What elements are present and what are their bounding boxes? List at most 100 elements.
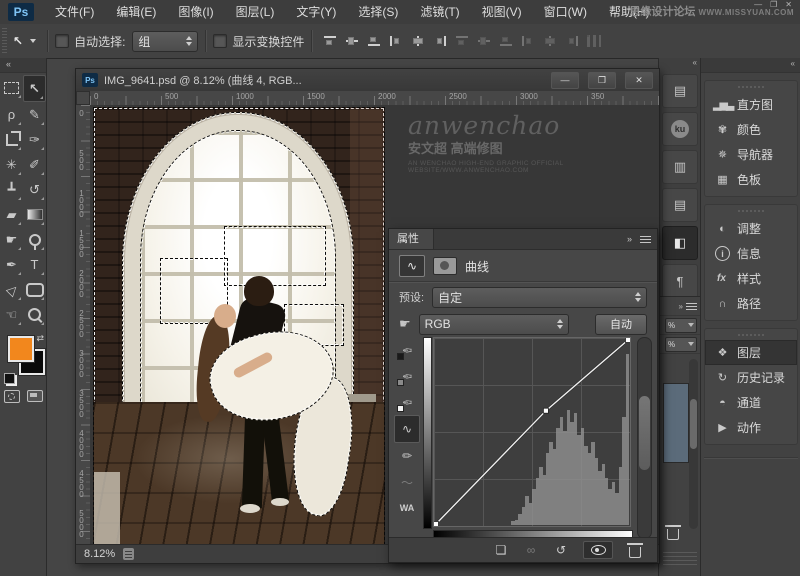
panel-histogram[interactable]: ▂▅▃ 直方图 xyxy=(705,92,797,117)
menu-item-8[interactable]: 窗口(W) xyxy=(533,0,598,24)
auto-select-checkbox[interactable] xyxy=(55,34,70,48)
layer-thumbnail[interactable] xyxy=(663,383,689,463)
panel-layers[interactable]: ❖ 图层 xyxy=(705,340,797,365)
default-colors-icon[interactable] xyxy=(4,373,15,384)
zoom-tool[interactable] xyxy=(23,302,46,327)
channel-select[interactable]: RGB xyxy=(418,313,569,335)
curves-adjustment-icon[interactable]: ∿ xyxy=(399,255,425,277)
clone-stamp-tool[interactable]: ┻ xyxy=(0,177,23,202)
strip-collapse-button[interactable]: « xyxy=(659,58,701,70)
panel-adjustments[interactable]: ◐ 调整 xyxy=(705,216,797,241)
menu-item-5[interactable]: 选择(S) xyxy=(347,0,409,24)
zoom-level-field[interactable]: 8.12% xyxy=(84,548,115,560)
toolbar-collapse-button[interactable]: « xyxy=(0,58,46,73)
edit-curve-points-tool[interactable]: ∿ xyxy=(394,415,420,443)
lasso-tool[interactable]: ρ xyxy=(0,102,23,127)
swap-colors-icon[interactable]: ⇄ xyxy=(36,333,44,344)
align-bottom-edges[interactable] xyxy=(367,35,381,47)
brush-tool[interactable]: ✐ xyxy=(23,152,46,177)
path-selection-tool[interactable]: ▷ xyxy=(0,277,23,302)
align-top-edges[interactable] xyxy=(323,35,337,47)
quick-selection-tool[interactable]: ✎ xyxy=(23,102,46,127)
delete-layer-icon[interactable] xyxy=(665,525,681,540)
screen-mode-button[interactable] xyxy=(26,390,43,402)
spot-healing-brush-tool[interactable]: ✳ xyxy=(0,152,23,177)
doc-maximize-button[interactable]: ❐ xyxy=(588,71,616,89)
panel-color[interactable]: ✾ 颜色 xyxy=(705,117,797,142)
layer-mask-icon[interactable] xyxy=(433,257,457,275)
align-right-edges[interactable] xyxy=(433,35,447,47)
menu-item-4[interactable]: 文字(Y) xyxy=(285,0,347,24)
menu-item-0[interactable]: 文件(F) xyxy=(44,0,105,24)
photo-image[interactable] xyxy=(93,107,385,545)
scrollbar-thumb[interactable] xyxy=(690,399,697,449)
toggle-previous-state-icon[interactable]: ∞ xyxy=(523,543,539,557)
opacity-select[interactable]: % xyxy=(665,317,697,333)
panel-navigator[interactable]: ✵ 导航器 xyxy=(705,142,797,167)
menu-item-6[interactable]: 滤镜(T) xyxy=(409,0,470,24)
targeted-adjustment-hand-icon[interactable]: ☛ xyxy=(399,316,411,332)
align-horizontal-centers[interactable] xyxy=(411,35,425,47)
app-close-button[interactable]: ✕ xyxy=(785,0,792,9)
panel-channels[interactable]: ◓ 通道 xyxy=(705,390,797,415)
menu-item-3[interactable]: 图层(L) xyxy=(225,0,286,24)
black-point-eyedropper[interactable]: ✑ xyxy=(394,337,420,363)
auto-button[interactable]: 自动 xyxy=(595,313,647,335)
layers-scrollbar[interactable] xyxy=(689,359,698,529)
collapsed-panel-properties[interactable]: ◧ xyxy=(662,226,698,260)
dock-collapse-button[interactable]: « xyxy=(701,58,800,73)
history-brush-tool[interactable]: ↺ xyxy=(23,177,46,202)
curves-grid[interactable] xyxy=(433,337,631,527)
panel-menu-icon[interactable] xyxy=(640,235,651,243)
tab-properties[interactable]: 属性 xyxy=(389,229,434,249)
panel-history[interactable]: ↻ 历史记录 xyxy=(705,365,797,390)
fill-select[interactable]: % xyxy=(665,336,697,352)
doc-minimize-button[interactable]: — xyxy=(551,71,579,89)
collapsed-panel-kuler[interactable]: ku xyxy=(662,112,698,146)
clip-to-layer-icon[interactable]: ❏ xyxy=(493,543,509,557)
collapsed-panel-notes[interactable]: ▤ xyxy=(662,188,698,222)
eyedropper-tool[interactable]: ✑ xyxy=(23,127,46,152)
scrollbar-thumb[interactable] xyxy=(639,396,650,470)
rectangular-marquee-tool[interactable] xyxy=(0,75,23,100)
gray-point-eyedropper[interactable]: ✑ xyxy=(394,363,420,389)
collapsed-panel-tool-presets[interactable]: ▤ xyxy=(662,74,698,108)
menu-item-1[interactable]: 编辑(E) xyxy=(105,0,167,24)
smudge-tool[interactable]: ☛ xyxy=(0,227,23,252)
align-left-edges[interactable] xyxy=(389,35,403,47)
reset-adjustment-icon[interactable]: ↺ xyxy=(553,543,569,557)
app-maximize-button[interactable]: ❐ xyxy=(770,0,777,9)
dodge-tool[interactable] xyxy=(23,227,46,252)
visibility-eye-icon[interactable] xyxy=(583,541,613,559)
status-info-icon[interactable] xyxy=(123,548,135,560)
tool-preset-dropdown-icon[interactable] xyxy=(30,39,37,43)
menu-item-2[interactable]: 图像(I) xyxy=(167,0,224,24)
pencil-curve-tool[interactable]: ✏ xyxy=(394,443,420,469)
panel-actions[interactable]: ▶ 动作 xyxy=(705,415,797,440)
collapsed-panel-clone-source[interactable]: ▥ xyxy=(662,150,698,184)
panel-styles[interactable]: fx 样式 xyxy=(705,266,797,291)
panel-paths[interactable]: ∩ 路径 xyxy=(705,291,797,316)
panel-expand-icon[interactable]: » xyxy=(679,302,683,311)
eraser-tool[interactable]: ▰ xyxy=(0,202,23,227)
preset-select[interactable]: 自定 xyxy=(432,286,647,308)
document-title-bar[interactable]: Ps IMG_9641.psd @ 8.12% (曲线 4, RGB... — … xyxy=(76,69,659,92)
pen-tool[interactable]: ✒ xyxy=(0,252,23,277)
panel-swatches[interactable]: ▦ 色板 xyxy=(705,167,797,192)
menu-item-7[interactable]: 视图(V) xyxy=(471,0,533,24)
move-tool[interactable]: ↖ xyxy=(23,75,46,102)
targeted-adjustment-tool[interactable]: WA xyxy=(394,495,420,521)
doc-close-button[interactable]: ✕ xyxy=(625,71,653,89)
delete-adjustment-icon[interactable] xyxy=(627,542,643,558)
align-vertical-centers[interactable] xyxy=(345,35,359,47)
hand-tool[interactable]: ☜ xyxy=(0,302,23,327)
panel-scrollbar[interactable] xyxy=(637,337,652,539)
auto-select-target-select[interactable]: 组 xyxy=(132,30,199,52)
type-tool[interactable]: T xyxy=(23,252,46,277)
panel-expand-icon[interactable]: » xyxy=(627,234,632,244)
white-point-eyedropper[interactable]: ✑ xyxy=(394,389,420,415)
quick-mask-button[interactable] xyxy=(3,390,20,403)
app-minimize-button[interactable]: — xyxy=(754,0,762,9)
collapsed-panel-paragraph[interactable]: ¶ xyxy=(662,264,698,298)
panel-menu-icon[interactable] xyxy=(686,302,697,310)
